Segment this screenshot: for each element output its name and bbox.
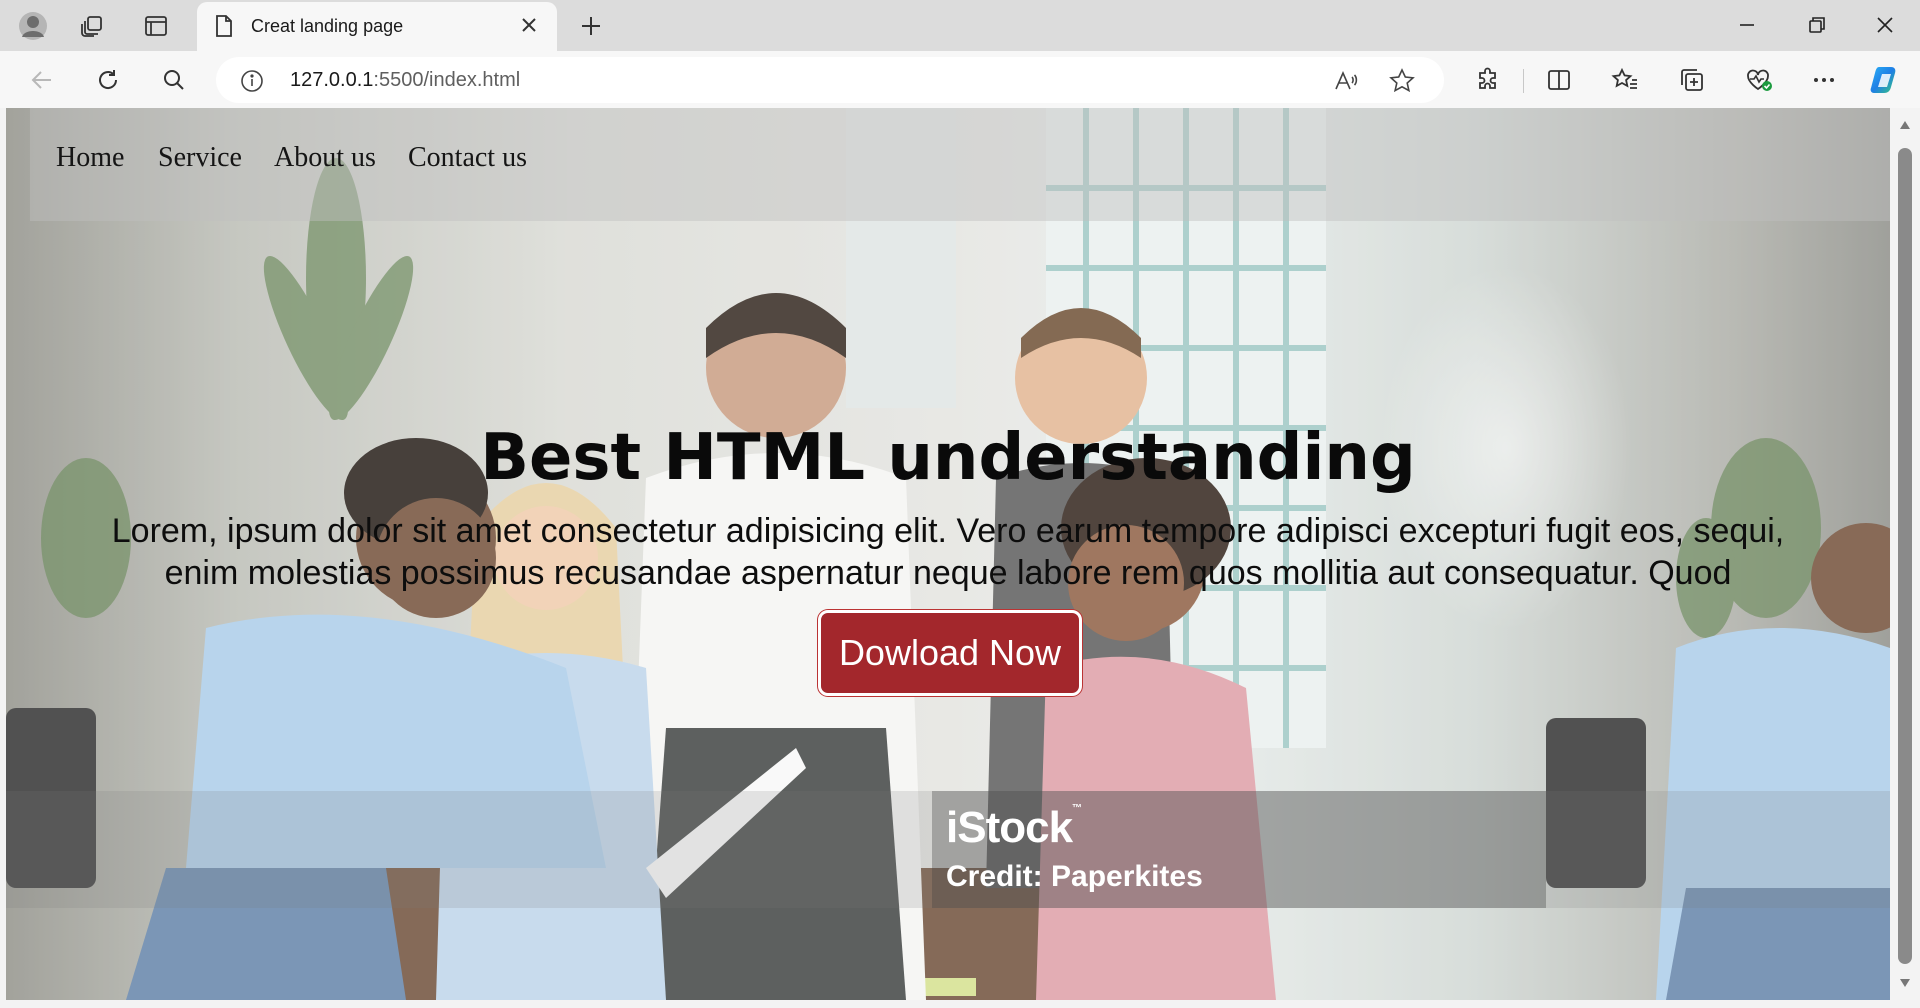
copilot-icon[interactable] bbox=[1867, 61, 1905, 99]
browser-toolbar: 127.0.0.1:5500/index.html bbox=[0, 51, 1920, 108]
close-window-icon bbox=[1877, 17, 1893, 33]
hero-description-line-2: enim molestias possimus recusandae asper… bbox=[164, 554, 1732, 592]
profile-avatar-icon[interactable] bbox=[16, 10, 50, 42]
scroll-down-arrow-icon[interactable] bbox=[1898, 976, 1912, 990]
restore-icon bbox=[1809, 17, 1825, 33]
nav-link-about-us[interactable]: About us bbox=[274, 142, 376, 174]
scroll-up-arrow-icon[interactable] bbox=[1898, 118, 1912, 132]
back-arrow-icon bbox=[31, 71, 51, 89]
puzzle-icon[interactable] bbox=[1469, 61, 1507, 99]
tab-actions-icon[interactable] bbox=[139, 10, 173, 42]
back-button[interactable] bbox=[23, 61, 61, 99]
minimize-icon bbox=[1740, 24, 1754, 26]
tab-active[interactable]: Creat landing page bbox=[197, 2, 557, 51]
tab-strip: Creat landing page bbox=[0, 0, 1920, 51]
search-button[interactable] bbox=[155, 61, 193, 99]
download-now-button[interactable]: Dowload Now bbox=[818, 610, 1082, 696]
vertical-scrollbar[interactable] bbox=[1890, 108, 1920, 1000]
refresh-button[interactable] bbox=[89, 61, 127, 99]
favorites-list-icon[interactable] bbox=[1606, 61, 1644, 99]
nav-link-contact-us[interactable]: Contact us bbox=[408, 142, 527, 174]
tab-title: Creat landing page bbox=[251, 16, 404, 36]
split-screen-icon[interactable] bbox=[1540, 61, 1578, 99]
hero-description-line-1: Lorem, ipsum dolor sit amet consectetur … bbox=[111, 512, 1785, 550]
read-aloud-icon[interactable] bbox=[1330, 65, 1362, 97]
collections-icon[interactable] bbox=[1673, 61, 1711, 99]
hero-description: Lorem, ipsum dolor sit amet consectetur … bbox=[46, 510, 1850, 594]
plus-icon bbox=[582, 17, 600, 35]
url-text[interactable]: 127.0.0.1:5500/index.html bbox=[290, 69, 520, 92]
scrollbar-thumb[interactable] bbox=[1898, 148, 1912, 964]
nav-link-service[interactable]: Service bbox=[158, 142, 242, 174]
page-document-icon bbox=[214, 14, 234, 43]
istock-watermark-logo: iStock™ bbox=[946, 803, 1082, 853]
address-bar[interactable]: 127.0.0.1:5500/index.html bbox=[216, 57, 1444, 103]
url-path: :5500/index.html bbox=[373, 69, 521, 91]
watermark-logo-text: iStock bbox=[946, 803, 1073, 852]
close-icon[interactable] bbox=[519, 15, 539, 40]
close-window-button[interactable] bbox=[1865, 8, 1905, 42]
nav-link-home[interactable]: Home bbox=[56, 142, 124, 174]
star-icon[interactable] bbox=[1386, 65, 1418, 97]
toolbar-separator bbox=[1523, 69, 1524, 93]
new-tab-button[interactable] bbox=[574, 10, 608, 42]
refresh-icon bbox=[99, 70, 118, 89]
url-host: 127.0.0.1 bbox=[290, 69, 374, 91]
minimize-button[interactable] bbox=[1727, 8, 1767, 42]
search-icon bbox=[164, 70, 184, 90]
watermark-credit: Credit: Paperkites bbox=[946, 860, 1203, 893]
restore-button[interactable] bbox=[1797, 8, 1837, 42]
watermark-tm: ™ bbox=[1072, 803, 1082, 814]
heart-pulse-icon[interactable] bbox=[1740, 61, 1778, 99]
hero-title: Best HTML understanding bbox=[480, 421, 1416, 495]
workspaces-icon[interactable] bbox=[75, 10, 109, 42]
info-icon[interactable] bbox=[240, 69, 264, 98]
top-navigation: Home Service About us Contact us bbox=[30, 108, 1890, 221]
page-viewport: iStock™ Credit: Paperkites Home Service … bbox=[6, 108, 1890, 1000]
more-dots-icon[interactable] bbox=[1805, 61, 1843, 99]
